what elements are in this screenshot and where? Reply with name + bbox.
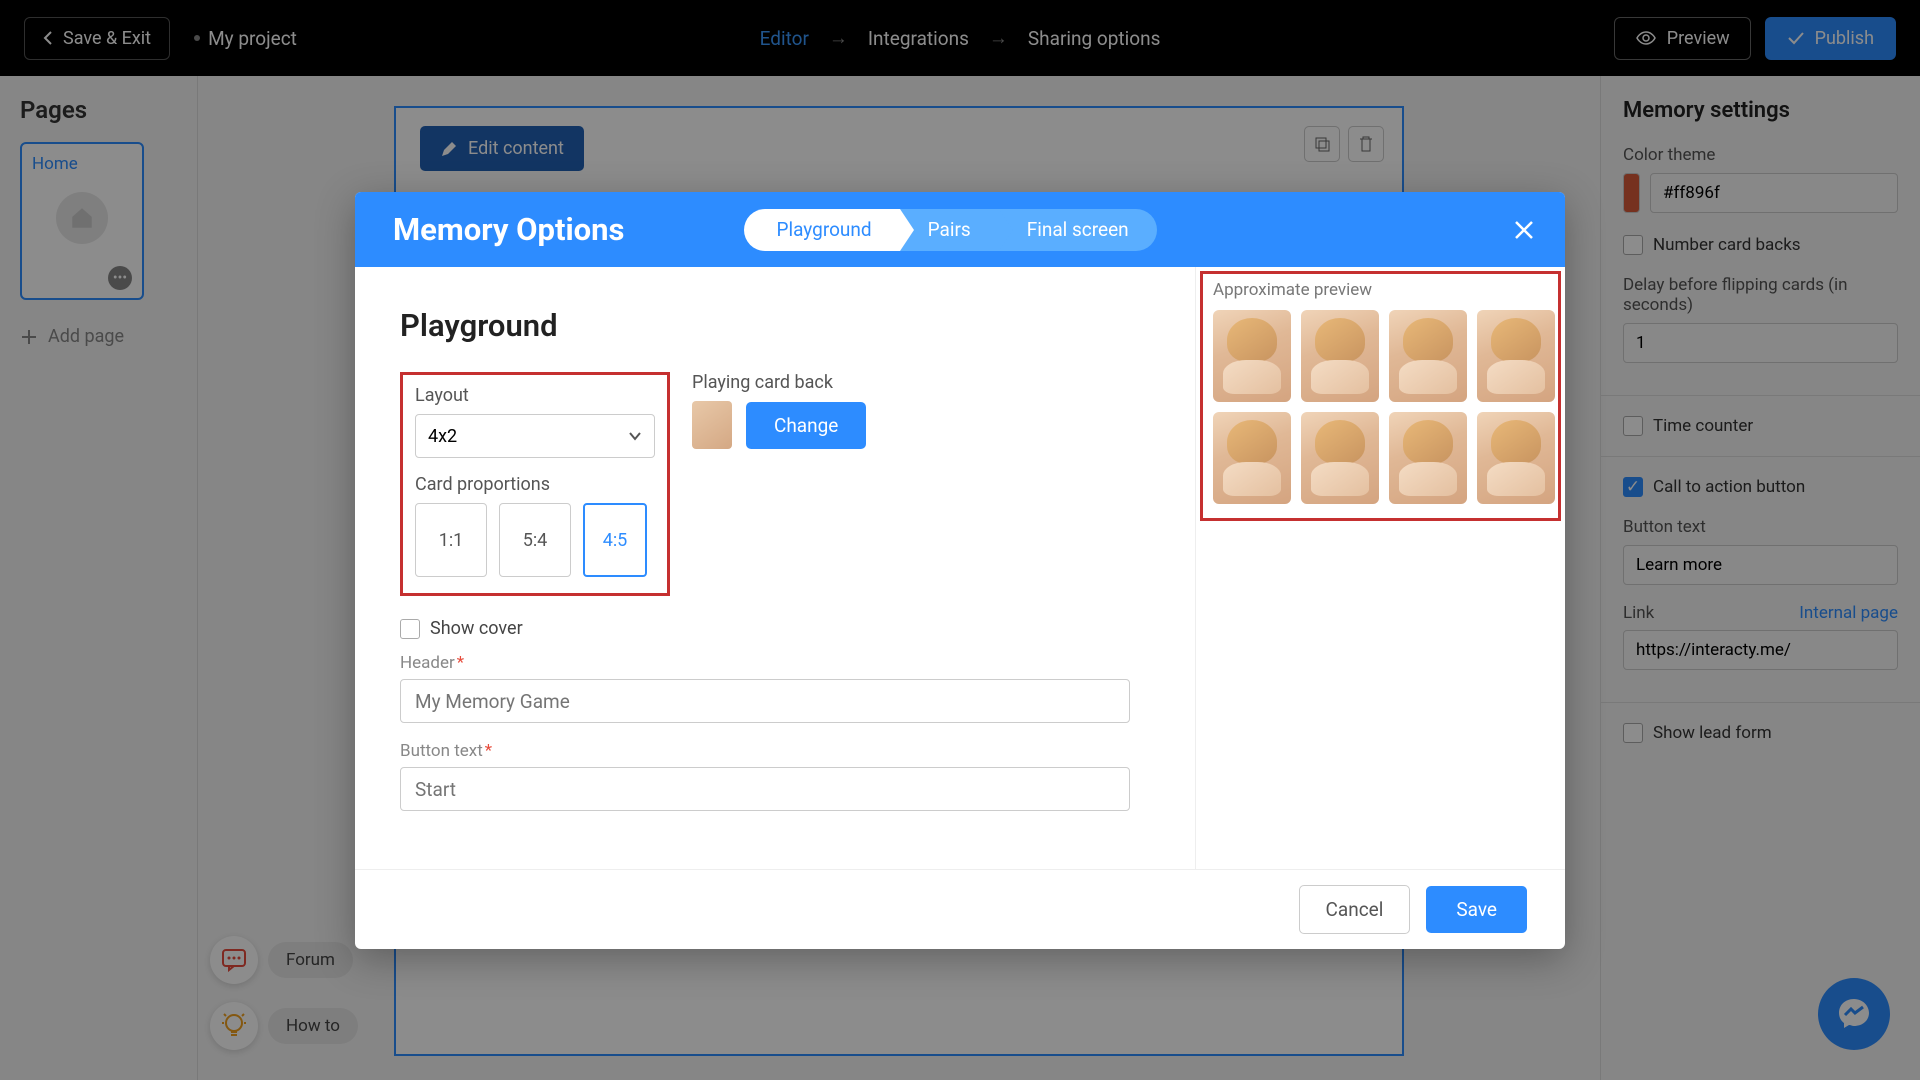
preview-panel: Approximate preview: [1195, 267, 1565, 869]
preview-highlight: Approximate preview: [1200, 271, 1561, 521]
show-cover-label: Show cover: [430, 618, 523, 639]
memory-options-modal: Memory Options Playground Pairs Final sc…: [355, 192, 1565, 949]
layout-value: 4x2: [428, 426, 457, 447]
tab-final-screen[interactable]: Final screen: [999, 209, 1157, 251]
layout-select[interactable]: 4x2: [415, 414, 655, 458]
section-title: Playground: [400, 307, 1150, 344]
preview-card: [1301, 310, 1379, 402]
show-cover-checkbox[interactable]: [400, 619, 420, 639]
chevron-down-icon: [628, 431, 642, 441]
tab-playground[interactable]: Playground: [744, 209, 899, 251]
proportion-4-5[interactable]: 4:5: [583, 503, 647, 577]
save-button[interactable]: Save: [1426, 886, 1527, 933]
preview-card: [1389, 412, 1467, 504]
modal-tabs: Playground Pairs Final screen: [744, 209, 1156, 251]
card-back-thumbnail: [692, 401, 732, 449]
modal-footer: Cancel Save: [355, 869, 1565, 949]
header-input[interactable]: [400, 679, 1130, 723]
preview-card: [1477, 310, 1555, 402]
tab-pairs[interactable]: Pairs: [900, 209, 999, 251]
layout-settings-highlight: Layout 4x2 Card proportions 1:1 5:4 4:5: [400, 372, 670, 596]
close-icon: [1513, 219, 1535, 241]
proportion-5-4[interactable]: 5:4: [499, 503, 571, 577]
preview-label: Approximate preview: [1213, 280, 1548, 300]
preview-grid: [1213, 310, 1548, 504]
preview-card: [1213, 310, 1291, 402]
preview-card: [1301, 412, 1379, 504]
cancel-button[interactable]: Cancel: [1299, 885, 1411, 934]
proportion-1-1[interactable]: 1:1: [415, 503, 487, 577]
preview-card: [1389, 310, 1467, 402]
card-back-label: Playing card back: [692, 372, 866, 393]
preview-card: [1213, 412, 1291, 504]
modal-button-text-label: Button text*: [400, 741, 1150, 761]
modal-header: Memory Options Playground Pairs Final sc…: [355, 192, 1565, 267]
header-label: Header*: [400, 653, 1150, 673]
proportions-label: Card proportions: [415, 474, 655, 495]
close-button[interactable]: [1513, 219, 1535, 241]
layout-label: Layout: [415, 385, 655, 406]
change-card-back-button[interactable]: Change: [746, 402, 866, 449]
modal-title: Memory Options: [393, 211, 624, 248]
modal-button-text-input[interactable]: [400, 767, 1130, 811]
preview-card: [1477, 412, 1555, 504]
modal-form: Playground Layout 4x2 Card proportions 1…: [355, 267, 1195, 869]
